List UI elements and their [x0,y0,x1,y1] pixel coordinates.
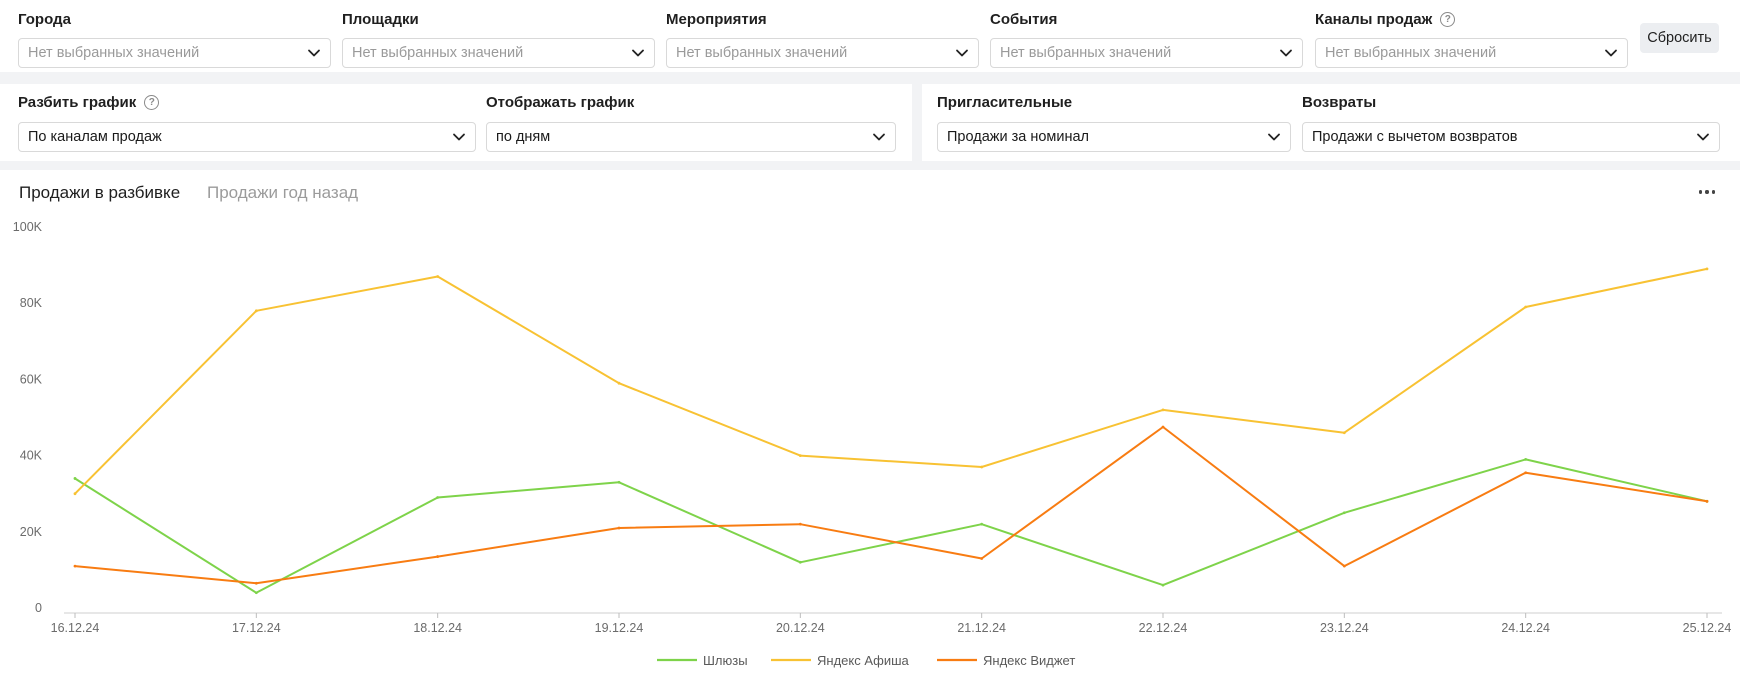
display-chart-label: Отображать график [486,94,635,111]
series-point-1 [1524,458,1528,461]
series-point-3 [980,557,984,560]
chevron-down-icon [308,49,320,57]
display-chart-select[interactable]: по дням [486,122,896,152]
y-tick-label: 100K [13,220,43,234]
sales-channels-select[interactable]: Нет выбранных значений [1315,38,1628,68]
series-point-1 [436,496,440,499]
series-point-2 [980,465,984,469]
x-tick-label: 16.12.24 [51,621,100,635]
x-tick-label: 19.12.24 [595,621,644,635]
filter-label-events: Мероприятия [666,11,767,28]
series-point-2 [254,309,258,313]
series-point-1 [798,560,802,564]
help-circle-icon[interactable]: ? [144,95,160,110]
legend-label-3: Яндекс Виджет [983,653,1075,668]
chevron-down-icon [873,133,885,141]
series-point-2 [1705,267,1709,271]
series-point-3 [1705,499,1709,503]
x-tick-label: 18.12.24 [413,621,462,635]
series-point-3 [1342,564,1346,568]
x-tick-label: 21.12.24 [957,621,1006,635]
chevron-down-icon [632,49,644,57]
legend-label-2: Яндекс Афиша [817,653,910,668]
tab-sales-breakdown[interactable]: Продажи в разбивке [19,183,180,203]
x-tick-label: 23.12.24 [1320,621,1369,635]
series-point-3 [254,581,258,585]
x-tick-label: 20.12.24 [776,621,825,635]
series-point-3 [436,555,440,558]
invitations-label: Пригласительные [937,94,1073,111]
events-select[interactable]: Нет выбранных значений [666,38,979,68]
invitations-select[interactable]: Продажи за номинал [937,122,1291,152]
y-tick-label: 40K [20,449,43,463]
returns-select[interactable]: Продажи с вычетом возвратов [1302,122,1720,152]
series-point-2 [1161,408,1165,412]
filter-label-sales-channels: Каналы продаж ? [1315,11,1456,28]
split-chart-label: Разбить график ? [18,94,160,111]
series-point-1 [980,522,984,526]
y-tick-label: 0 [35,601,42,615]
tab-sales-year-ago[interactable]: Продажи год назад [207,183,358,203]
series-point-1 [73,477,77,480]
x-tick-label: 25.12.24 [1683,621,1732,635]
series-point-1 [1342,511,1346,515]
venues-select[interactable]: Нет выбранных значений [342,38,655,68]
series-point-3 [617,526,621,530]
x-tick-label: 22.12.24 [1139,621,1188,635]
chevron-down-icon [956,49,968,57]
filter-label-venues: Площадки [342,11,419,28]
series-line-2 [74,267,1708,495]
legend-label-1: Шлюзы [703,653,748,668]
series-point-1 [1161,583,1165,587]
chevron-down-icon [1280,49,1292,57]
reset-button[interactable]: Сбросить [1640,23,1719,53]
series-point-3 [1524,471,1528,475]
chevron-down-icon [1268,133,1280,141]
more-horizontal-icon[interactable] [1694,183,1720,201]
series-point-2 [617,381,621,385]
chevron-down-icon [453,133,465,141]
series-point-1 [617,480,621,484]
chevron-down-icon [1605,49,1617,57]
series-point-2 [436,275,440,278]
y-tick-label: 60K [20,372,43,386]
x-tick-label: 24.12.24 [1501,621,1550,635]
help-circle-icon[interactable]: ? [1440,12,1456,27]
sessions-select[interactable]: Нет выбранных значений [990,38,1303,68]
series-point-2 [798,454,802,457]
chevron-down-icon [1697,133,1709,141]
series-point-3 [1161,425,1165,429]
y-tick-label: 20K [20,525,43,539]
cities-select[interactable]: Нет выбранных значений [18,38,331,68]
series-point-2 [1342,431,1346,435]
series-line-1 [74,458,1708,594]
split-chart-select[interactable]: По каналам продаж [18,122,476,152]
y-tick-label: 80K [20,296,43,310]
filter-label-cities: Города [18,11,71,28]
filter-label-sessions: События [990,11,1058,28]
series-point-1 [254,591,258,595]
series-point-3 [798,522,802,526]
series-point-2 [1524,305,1528,309]
x-tick-label: 17.12.24 [232,621,281,635]
series-point-2 [73,492,77,496]
returns-label: Возвраты [1302,94,1377,111]
sales-line-chart: 0 20K 40K 60K 80K 100K 16.12.24 17.12.24 18.12.2… [13,220,1732,668]
series-point-3 [73,564,77,568]
